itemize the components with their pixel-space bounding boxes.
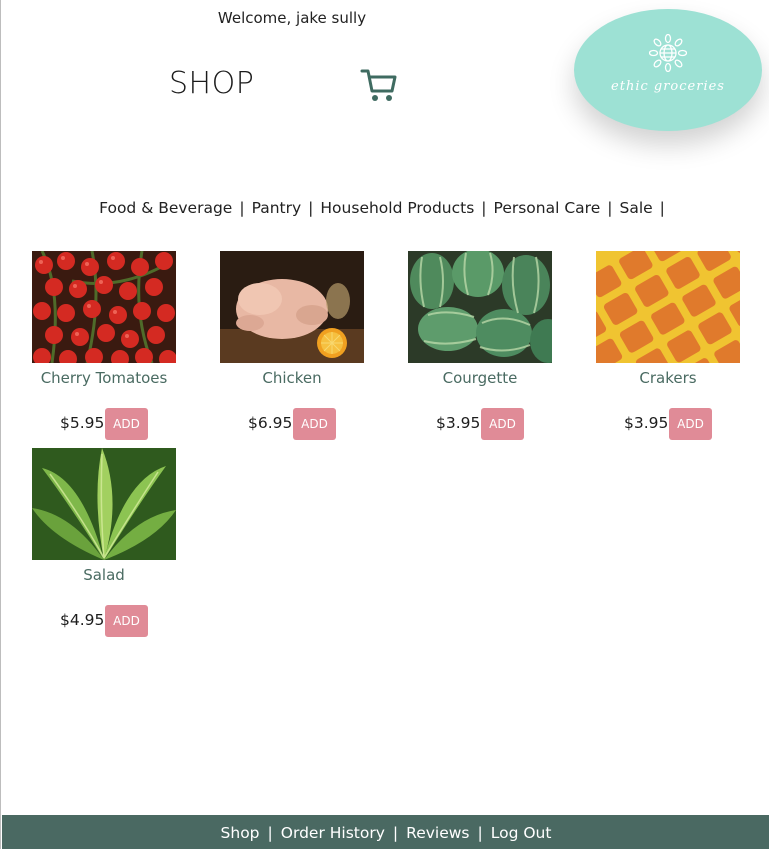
- page: Welcome, jake sully SHOP ethic groceries…: [0, 0, 769, 849]
- add-to-cart-button[interactable]: ADD: [669, 408, 712, 440]
- add-to-cart-button[interactable]: ADD: [293, 408, 336, 440]
- crackers-image[interactable]: [596, 251, 740, 363]
- chicken-image[interactable]: [220, 251, 364, 363]
- cherry-tomatoes-image[interactable]: [32, 251, 176, 363]
- shopping-cart-icon[interactable]: [359, 67, 399, 105]
- product-actions: $3.95 ADD: [408, 408, 552, 440]
- page-title: SHOP: [169, 66, 255, 101]
- footer-link-reviews[interactable]: Reviews: [406, 824, 469, 842]
- add-to-cart-button[interactable]: ADD: [105, 408, 148, 440]
- category-nav: Food & Beverage | Pantry | Household Product…: [1, 199, 769, 217]
- category-household-products[interactable]: Household Products: [320, 199, 474, 217]
- product-price: $4.95: [60, 611, 105, 629]
- category-personal-care[interactable]: Personal Care: [494, 199, 601, 217]
- product-name[interactable]: Cherry Tomatoes: [32, 369, 176, 389]
- category-sale[interactable]: Sale: [619, 199, 652, 217]
- product-card: Chicken $6.95 ADD: [220, 251, 364, 440]
- nav-separator: |: [607, 199, 613, 217]
- nav-separator: |: [308, 199, 314, 217]
- footer-separator: |: [477, 824, 483, 842]
- footer-link-log-out[interactable]: Log Out: [491, 824, 552, 842]
- nav-separator: |: [659, 199, 665, 217]
- flower-globe-icon: [649, 34, 687, 72]
- product-price: $6.95: [248, 414, 293, 432]
- footer-link-shop[interactable]: Shop: [221, 824, 260, 842]
- product-actions: $3.95 ADD: [596, 408, 740, 440]
- product-card: Courgette $3.95 ADD: [408, 251, 552, 440]
- footer-separator: |: [392, 824, 399, 842]
- footer-nav: Shop | Order History | Reviews | Log Out: [2, 815, 769, 849]
- product-name[interactable]: Crakers: [596, 369, 740, 389]
- nav-separator: |: [481, 199, 487, 217]
- brand-logo[interactable]: ethic groceries: [574, 9, 762, 131]
- add-to-cart-button[interactable]: ADD: [105, 605, 148, 637]
- welcome-message: Welcome, jake sully: [217, 9, 367, 27]
- product-card: Crakers $3.95 ADD: [596, 251, 740, 440]
- product-price: $5.95: [60, 414, 105, 432]
- product-actions: $6.95 ADD: [220, 408, 364, 440]
- product-price: $3.95: [436, 414, 481, 432]
- product-card: Salad $4.95 ADD: [32, 448, 176, 637]
- add-to-cart-button[interactable]: ADD: [481, 408, 524, 440]
- salad-image[interactable]: [32, 448, 176, 560]
- product-name[interactable]: Chicken: [220, 369, 364, 389]
- product-name[interactable]: Courgette: [408, 369, 552, 389]
- courgette-image[interactable]: [408, 251, 552, 363]
- product-name[interactable]: Salad: [32, 566, 176, 586]
- footer-link-order-history[interactable]: Order History: [281, 824, 385, 842]
- product-price: $3.95: [624, 414, 669, 432]
- category-food-beverage[interactable]: Food & Beverage: [99, 199, 232, 217]
- nav-separator: |: [239, 199, 245, 217]
- product-card: Cherry Tomatoes $5.95 ADD: [32, 251, 176, 440]
- footer-separator: |: [267, 824, 273, 842]
- category-pantry[interactable]: Pantry: [252, 199, 302, 217]
- product-actions: $5.95 ADD: [32, 408, 176, 440]
- product-actions: $4.95 ADD: [32, 605, 176, 637]
- logo-text: ethic groceries: [611, 79, 725, 94]
